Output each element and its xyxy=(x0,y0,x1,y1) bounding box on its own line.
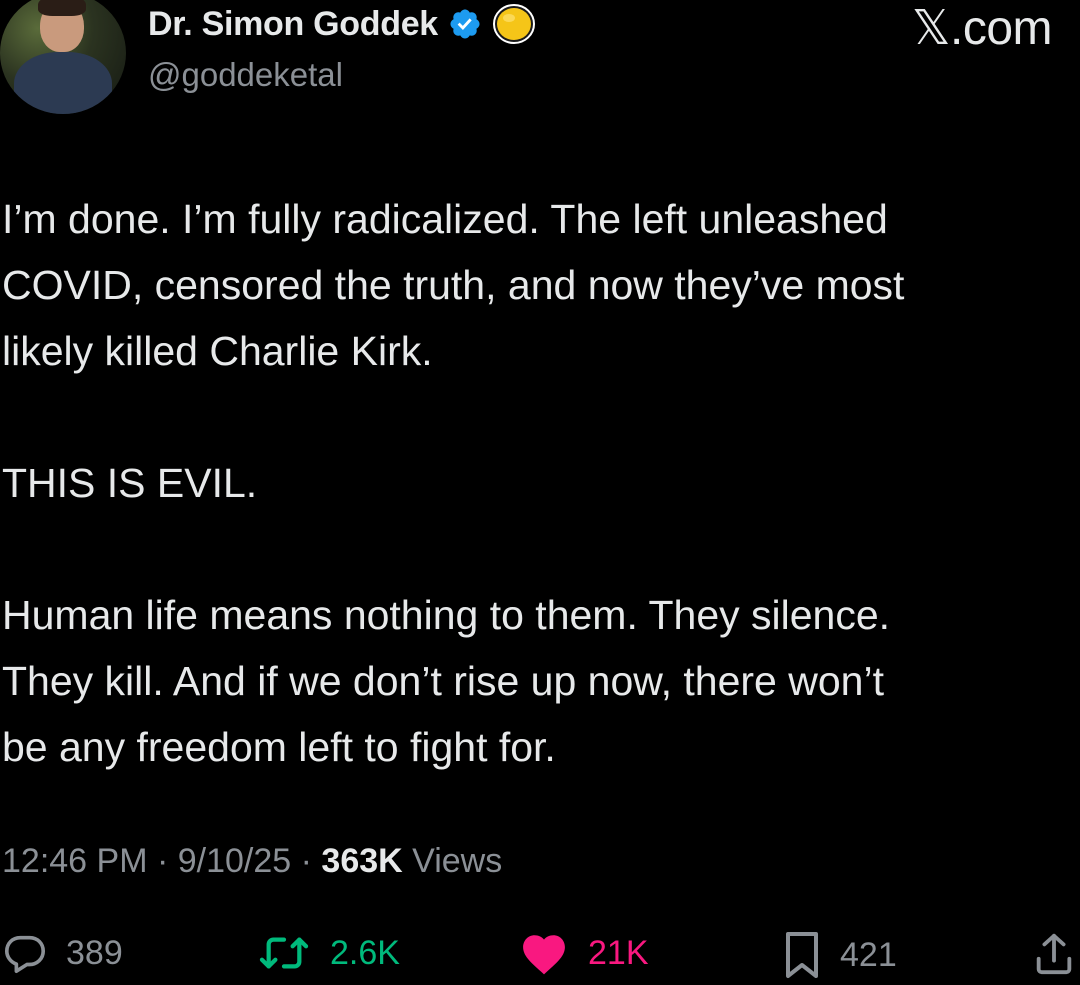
tweet-paragraph: THIS IS EVIL. xyxy=(2,460,258,506)
share-button[interactable] xyxy=(1034,930,1074,976)
reply-icon xyxy=(2,930,48,976)
meta-separator: · xyxy=(147,842,178,880)
action-bar: 389 2.6K 21K 421 xyxy=(0,930,1080,985)
meta-separator: · xyxy=(291,842,322,880)
views-label: Views xyxy=(402,842,503,880)
repost-count: 2.6K xyxy=(330,933,400,972)
brand-watermark: 𝕏.com xyxy=(911,2,1053,55)
reply-button[interactable]: 389 xyxy=(2,930,123,976)
repost-icon xyxy=(256,930,312,976)
reply-count: 389 xyxy=(66,933,123,972)
tweet-time[interactable]: 12:46 PM xyxy=(2,842,148,880)
like-count: 21K xyxy=(588,933,649,972)
views-count[interactable]: 363K xyxy=(321,842,402,880)
avatar-body xyxy=(14,52,112,114)
heart-icon xyxy=(518,930,570,976)
repost-button[interactable]: 2.6K xyxy=(256,930,400,976)
bookmark-button[interactable]: 421 xyxy=(782,930,897,980)
author-display-name[interactable]: Dr. Simon Goddek xyxy=(148,5,438,44)
tweet-date[interactable]: 9/10/25 xyxy=(178,842,291,880)
tweet-paragraph: I’m done. I’m fully radicalized. The lef… xyxy=(2,196,905,374)
tweet-text: I’m done. I’m fully radicalized. The lef… xyxy=(2,186,1072,780)
bookmark-icon xyxy=(782,930,822,980)
bookmark-count: 421 xyxy=(840,935,897,974)
like-button[interactable]: 21K xyxy=(518,930,649,976)
avatar-hair xyxy=(38,0,86,16)
author-name-row: Dr. Simon Goddek xyxy=(148,2,536,46)
avatar[interactable] xyxy=(0,0,126,114)
share-icon xyxy=(1034,930,1074,976)
author-handle[interactable]: @goddeketal xyxy=(148,56,343,94)
yellow-circle-emoji-icon xyxy=(492,3,536,45)
tweet-meta: 12:46 PM · 9/10/25 · 363K Views xyxy=(2,842,502,881)
tweet-paragraph: Human life means nothing to them. They s… xyxy=(2,592,891,770)
verified-badge-icon xyxy=(448,7,482,41)
